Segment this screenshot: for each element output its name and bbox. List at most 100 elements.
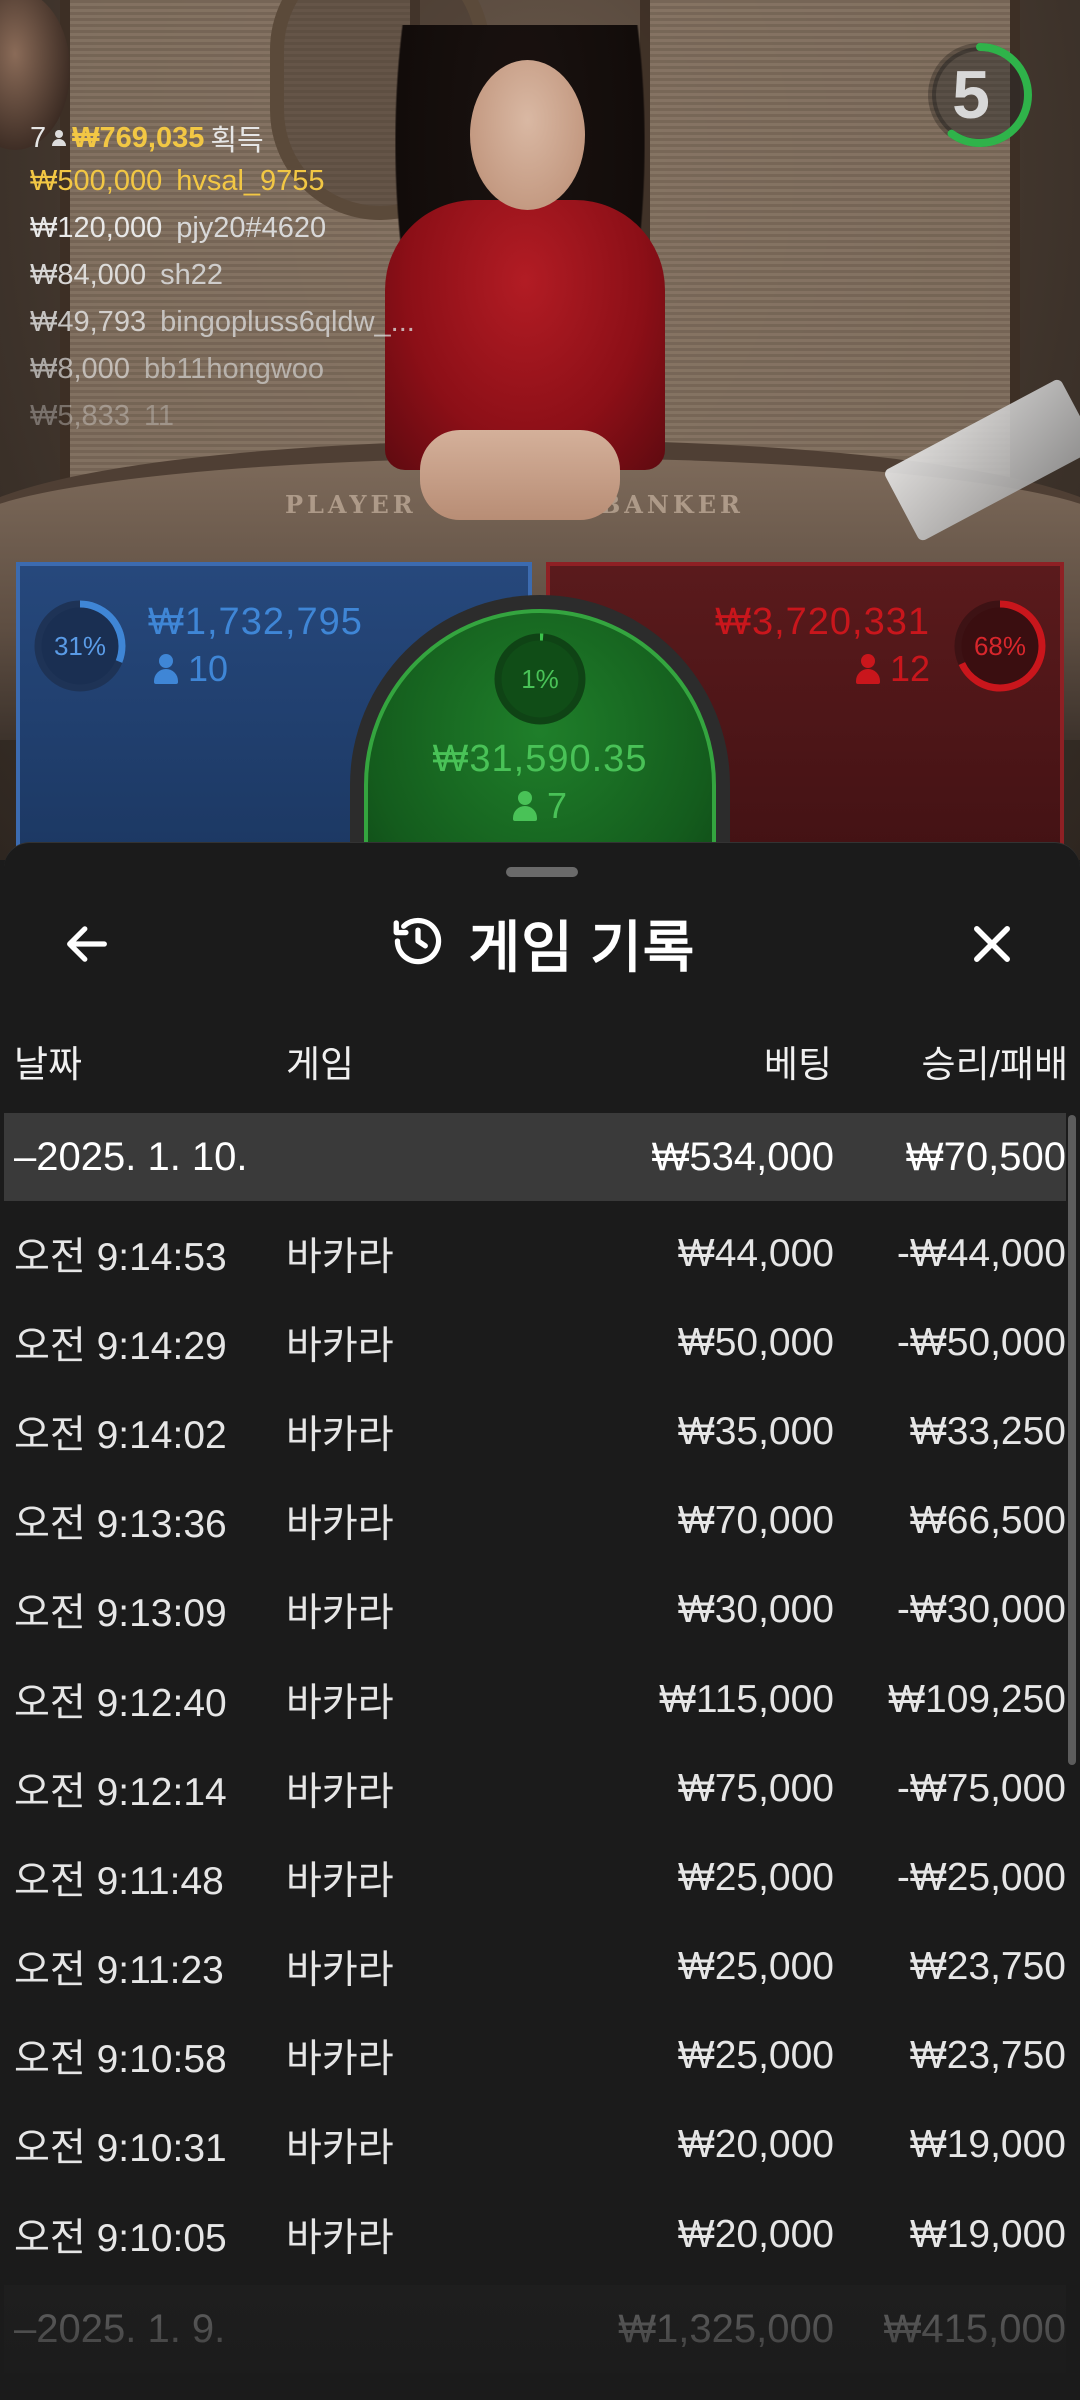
row-bet: ₩25,000 — [677, 2034, 834, 2078]
row-game: 바카라 — [286, 1770, 394, 1814]
history-row[interactable]: 오전 9:11:48 바카라 ₩25,000 -₩25,000 — [4, 1833, 1066, 1922]
sheet-title-group: 게임 기록 — [4, 893, 1080, 993]
winner-row: ₩8,000 bb11hongwoo — [30, 346, 415, 393]
game-history-sheet: 게임 기록 날짜 게임 베팅 승리/패배 –2025. 1. 10. ₩534,… — [4, 842, 1080, 2400]
history-row[interactable]: 오전 9:11:23 바카라 ₩25,000 ₩23,750 — [4, 1923, 1066, 2012]
group-result-total: ₩70,500 — [905, 1134, 1066, 1179]
row-result: -₩44,000 — [896, 1231, 1066, 1275]
row-bet: ₩20,000 — [677, 2123, 834, 2167]
sheet-title: 게임 기록 — [468, 915, 696, 979]
row-bet: ₩70,000 — [677, 1499, 834, 1543]
tie-bettor-count: 7 — [368, 785, 712, 827]
row-time: 오전 9:10:31 — [14, 2127, 227, 2171]
row-game: 바카라 — [286, 2216, 394, 2260]
history-row[interactable]: 오전 9:13:36 바카라 ₩70,000 ₩66,500 — [4, 1477, 1066, 1566]
column-header-game: 게임 — [286, 1044, 355, 1085]
tie-bet-amount: ₩31,590.35 — [432, 738, 648, 780]
row-game: 바카라 — [286, 1413, 394, 1457]
history-row[interactable]: 오전 9:10:31 바카라 ₩20,000 ₩19,000 — [4, 2101, 1066, 2190]
row-result: -₩50,000 — [896, 1320, 1066, 1364]
winner-row: ₩120,000 pjy20#4620 — [30, 205, 415, 252]
player-percent-ring: 31% — [30, 596, 130, 696]
winners-total: ₩769,035 — [72, 121, 205, 154]
winners-count: 7 — [30, 121, 47, 154]
row-bet: ₩30,000 — [677, 1588, 834, 1632]
group-bet-total: ₩534,000 — [651, 1134, 834, 1179]
row-game: 바카라 — [286, 2038, 394, 2082]
row-game: 바카라 — [286, 1324, 394, 1368]
row-time: 오전 9:12:14 — [14, 1770, 227, 1814]
row-result: ₩23,750 — [909, 1945, 1066, 1989]
winner-amount: ₩500,000 — [30, 165, 163, 197]
winners-suffix: 획득 — [210, 125, 264, 157]
row-game: 바카라 — [286, 1949, 394, 1993]
winner-name: sh22 — [160, 259, 223, 291]
row-bet: ₩35,000 — [677, 1409, 834, 1453]
row-result: ₩19,000 — [909, 2123, 1066, 2167]
row-bet: ₩20,000 — [677, 2212, 834, 2256]
row-result: ₩66,500 — [909, 1499, 1066, 1543]
date-group-row[interactable]: –2025. 1. 10. ₩534,000 ₩70,500 — [4, 1113, 1066, 1201]
winner-name: hvsal_9755 — [176, 165, 325, 197]
winner-amount: ₩84,000 — [30, 259, 147, 291]
winners-list: 7 ₩769,035 획득 ₩500,000 hvsal_9755 ₩120,00… — [30, 118, 415, 440]
sheet-header: 게임 기록 — [4, 893, 1080, 993]
row-result: -₩25,000 — [896, 1855, 1066, 1899]
countdown-value: 5 — [952, 57, 990, 133]
player-bet-amount: ₩1,732,795 — [148, 601, 363, 643]
row-bet: ₩75,000 — [677, 1766, 834, 1810]
winner-amount: ₩5,833 — [30, 400, 130, 432]
tie-percent: 1% — [521, 663, 559, 694]
banker-bettor-count: 12 — [855, 648, 930, 690]
winner-row: ₩500,000 hvsal_9755 — [30, 158, 415, 205]
winner-amount: ₩8,000 — [30, 353, 130, 385]
player-bettor-count: 10 — [154, 648, 228, 690]
sheet-drag-handle[interactable] — [506, 867, 578, 877]
row-time: 오전 9:12:40 — [14, 1681, 227, 1725]
countdown-timer: 5 — [925, 40, 1035, 150]
group-bet-total: ₩1,325,000 — [618, 2306, 834, 2351]
scrollbar[interactable] — [1068, 1115, 1076, 1765]
back-button[interactable] — [54, 911, 120, 977]
arrow-left-icon — [67, 926, 107, 962]
history-row[interactable]: 오전 9:12:14 바카라 ₩75,000 -₩75,000 — [4, 1744, 1066, 1833]
tie-percent-ring: 1% — [490, 629, 590, 729]
row-result: ₩23,750 — [909, 2034, 1066, 2078]
history-row[interactable]: 오전 9:14:29 바카라 ₩50,000 -₩50,000 — [4, 1298, 1066, 1387]
row-time: 오전 9:10:05 — [14, 2216, 227, 2260]
date-group-row[interactable]: –2025. 1. 9. ₩1,325,000 ₩415,000 — [4, 2285, 1066, 2374]
winner-amount: ₩120,000 — [30, 212, 163, 244]
history-row[interactable]: 오전 9:10:05 바카라 ₩20,000 ₩19,000 — [4, 2190, 1066, 2279]
column-header-date: 날짜 — [14, 1044, 83, 1085]
dealer-hands — [420, 430, 620, 520]
group-result-total: ₩415,000 — [883, 2306, 1066, 2351]
row-time: 오전 9:14:02 — [14, 1413, 227, 1457]
history-row[interactable]: 오전 9:14:02 바카라 ₩35,000 ₩33,250 — [4, 1387, 1066, 1476]
row-result: -₩75,000 — [896, 1766, 1066, 1810]
winner-name: bb11hongwoo — [143, 353, 325, 385]
banker-percent-ring: 68% — [950, 596, 1050, 696]
row-time: 오전 9:13:09 — [14, 1592, 227, 1636]
close-button[interactable] — [959, 911, 1025, 977]
history-row[interactable]: 오전 9:10:58 바카라 ₩25,000 ₩23,750 — [4, 2012, 1066, 2101]
row-game: 바카라 — [286, 1681, 394, 1725]
group-date: –2025. 1. 10. — [14, 1134, 248, 1179]
close-icon — [974, 926, 1010, 962]
winner-amount: ₩49,793 — [30, 306, 147, 338]
row-bet: ₩44,000 — [677, 1231, 834, 1275]
history-row[interactable]: 오전 9:14:53 바카라 ₩44,000 -₩44,000 — [4, 1209, 1066, 1298]
winner-row: ₩49,793 bingopluss6qldw_... — [30, 299, 415, 346]
person-icon — [154, 654, 178, 684]
history-row[interactable]: 오전 9:12:40 바카라 ₩115,000 ₩109,250 — [4, 1655, 1066, 1744]
dealer-face — [470, 60, 585, 210]
row-time: 오전 9:14:53 — [14, 1235, 227, 1279]
column-header-bet: 베팅 — [763, 1044, 832, 1085]
history-list: –2025. 1. 10. ₩534,000 ₩70,500 오전 9:14:5… — [4, 1113, 1066, 2374]
person-icon — [512, 791, 537, 821]
row-game: 바카라 — [286, 2127, 394, 2171]
player-bettor-number: 10 — [188, 648, 229, 689]
winners-summary: 7 ₩769,035 획득 — [30, 118, 415, 158]
row-bet: ₩25,000 — [677, 1855, 834, 1899]
winner-row: ₩5,833 11 — [30, 393, 415, 440]
history-row[interactable]: 오전 9:13:09 바카라 ₩30,000 -₩30,000 — [4, 1566, 1066, 1655]
